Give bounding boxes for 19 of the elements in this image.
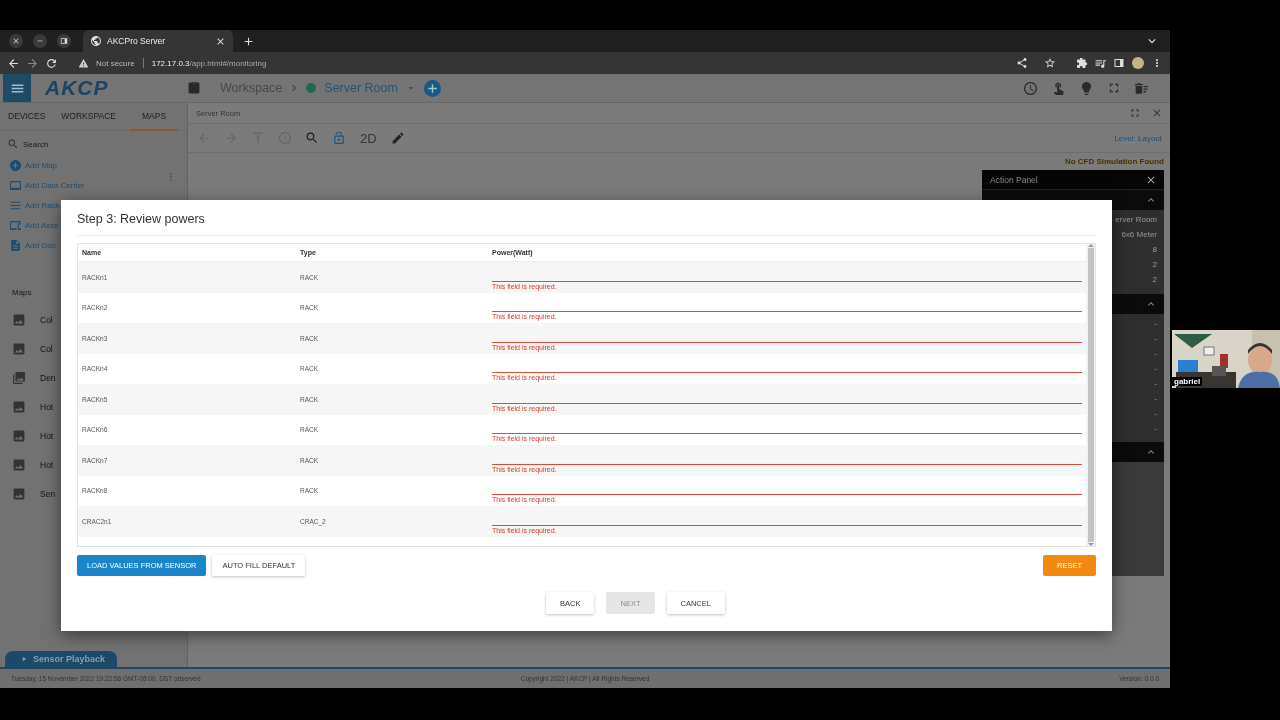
- section-heading: Maps: [12, 288, 32, 297]
- participant-name: gabriel: [1172, 377, 1203, 386]
- property-value: -: [1154, 349, 1157, 359]
- property-value: -: [1154, 409, 1157, 419]
- property-value: -: [1154, 319, 1157, 329]
- property-value: 2: [1152, 275, 1157, 285]
- property-value: 2: [1152, 260, 1157, 270]
- dialog-title: Step 3: Review powers: [77, 212, 1096, 236]
- logo: AKCP: [45, 76, 110, 100]
- notice-text: No CFD Simulation Found: [1064, 157, 1164, 166]
- property-value: -: [1154, 334, 1157, 344]
- property-value: -: [1154, 364, 1157, 374]
- property-value: -: [1154, 394, 1157, 404]
- panel-title: Action Panel: [990, 174, 1039, 185]
- property-value: -: [1154, 379, 1157, 389]
- property-value: 8: [1152, 245, 1157, 255]
- property-value: 6x6 Meter: [1121, 230, 1157, 240]
- property-value: -: [1154, 424, 1157, 434]
- property-value: erver Room: [1115, 215, 1157, 225]
